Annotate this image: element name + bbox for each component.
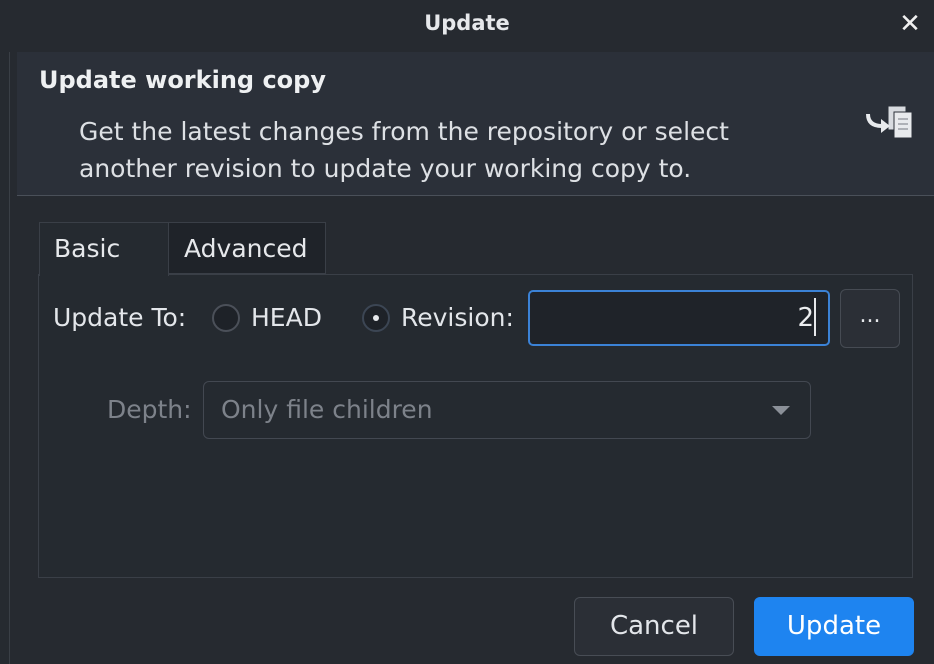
- cancel-button[interactable]: Cancel: [574, 597, 734, 656]
- head-label[interactable]: HEAD: [251, 303, 322, 332]
- revision-radio[interactable]: [362, 304, 390, 332]
- head-radio[interactable]: [212, 304, 240, 332]
- update-to-label: Update To:: [53, 303, 187, 332]
- window-title: Update: [424, 11, 510, 35]
- text-caret: [814, 298, 816, 336]
- update-button[interactable]: Update: [754, 597, 914, 656]
- header-description-line-2: another revision to update your working …: [79, 154, 692, 183]
- chevron-down-icon: [772, 406, 790, 415]
- tab-basic[interactable]: Basic: [39, 222, 169, 276]
- close-icon[interactable]: ✕: [898, 10, 922, 38]
- depth-select[interactable]: Only file children: [203, 381, 811, 439]
- header-description: Get the latest changes from the reposito…: [79, 113, 779, 187]
- header-description-line-1: Get the latest changes from the reposito…: [79, 117, 729, 146]
- revision-label[interactable]: Revision:: [401, 303, 514, 332]
- title-bar: Update ✕: [0, 0, 934, 52]
- browse-revision-button[interactable]: ...: [840, 289, 900, 348]
- header-title: Update working copy: [39, 66, 326, 94]
- revision-input[interactable]: [528, 290, 830, 346]
- radio-checked-dot: [373, 315, 379, 321]
- window-edge: [9, 52, 10, 664]
- depth-label: Depth:: [107, 395, 192, 424]
- depth-selected-value: Only file children: [221, 395, 433, 424]
- tab-advanced[interactable]: Advanced: [168, 222, 326, 274]
- update-revision-icon: [866, 105, 912, 139]
